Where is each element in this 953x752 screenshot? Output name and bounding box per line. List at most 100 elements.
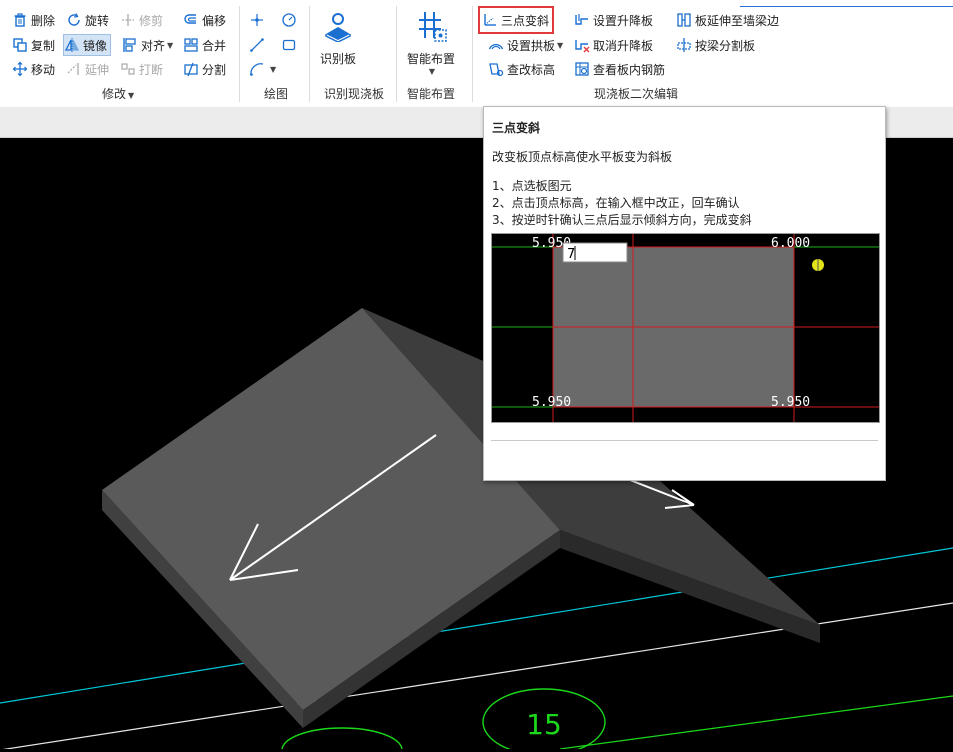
offset-button[interactable]: 偏移	[183, 10, 226, 30]
copy-button[interactable]: 复制	[12, 35, 55, 55]
rectangle-icon	[282, 39, 296, 51]
smart-layout-button[interactable]: 智能布置 ▼	[404, 10, 458, 76]
mirror-label: 镜像	[83, 38, 108, 53]
set-arch-slab-label: 设置拱板	[507, 38, 556, 53]
cancel-lift-slab-label: 取消升降板	[593, 38, 654, 53]
tooltip-step-1: 1、点选板图元	[492, 179, 572, 193]
rotate-button[interactable]: 旋转	[66, 10, 109, 30]
chevron-down-icon: ▼	[167, 40, 174, 50]
view-rebar-button[interactable]: 查看板内钢筋	[574, 59, 665, 79]
break-button[interactable]: 打断	[120, 59, 163, 79]
draw-rect-button[interactable]	[281, 35, 300, 55]
recognize-slab-button[interactable]: 识别板	[316, 12, 360, 67]
tooltip-popup: 三点变斜 改变板顶点标高使水平板变为斜板 1、点选板图元 2、点击顶点标高，在输…	[483, 106, 886, 481]
split-icon	[184, 62, 198, 77]
preview-elev-bl: 5.950	[532, 395, 571, 410]
cancel-lift-icon	[575, 40, 590, 53]
view-rebar-icon	[575, 62, 589, 76]
set-lift-slab-label: 设置升降板	[593, 13, 654, 28]
break-label: 打断	[139, 62, 164, 77]
draw-arc-button[interactable]: ▼	[249, 59, 276, 79]
split-by-beam-button[interactable]: 按梁分割板	[676, 35, 755, 55]
ribbon-toolbar: 删除 旋转 修剪 偏移 复制 镜像 对齐 ▼ 合并 移动 延伸 打断 分割 修改…	[0, 0, 953, 108]
preview-input-value: 7	[567, 247, 575, 262]
delete-label: 删除	[31, 13, 56, 28]
mirror-button[interactable]: 镜像	[63, 34, 112, 56]
tooltip-description: 改变板顶点标高使水平板变为斜板	[492, 150, 673, 164]
split-label: 分割	[202, 62, 227, 77]
modify-group-label[interactable]: 修改 ▼	[102, 85, 134, 102]
recognize-group-label: 识别现浇板	[324, 87, 385, 101]
split-button[interactable]: 分割	[183, 59, 226, 79]
merge-icon	[184, 38, 198, 52]
move-button[interactable]: 移动	[12, 59, 55, 79]
smart-layout-label: 智能布置	[406, 52, 455, 66]
trim-button[interactable]: 修剪	[120, 10, 163, 30]
split-beam-icon	[677, 38, 691, 52]
offset-label: 偏移	[202, 13, 227, 28]
recognize-slab-icon	[325, 13, 351, 42]
move-label: 移动	[31, 62, 56, 77]
axis-circle-lower	[281, 727, 403, 752]
group-separator	[239, 6, 240, 102]
preview-elev-br: 5.950	[771, 395, 810, 410]
tooltip-step-3: 3、按逆时针确认三点后显示倾斜方向，完成变斜	[492, 213, 752, 227]
extend-slab-icon	[677, 13, 691, 27]
group-separator	[396, 6, 397, 102]
elevation-icon	[489, 63, 504, 77]
trim-label: 修剪	[139, 13, 164, 28]
break-icon	[121, 63, 135, 75]
draw-line-button[interactable]	[249, 35, 268, 55]
cancel-lift-slab-button[interactable]: 取消升降板	[574, 35, 653, 55]
group-separator	[472, 6, 473, 102]
axis-label: 15	[526, 708, 562, 741]
point-icon	[251, 14, 263, 26]
extend-to-wall-label: 板延伸至墙梁边	[695, 13, 780, 28]
draw-circle-button[interactable]	[281, 10, 300, 30]
set-arch-slab-button[interactable]: 设置拱板 ▼	[488, 35, 563, 55]
delete-button[interactable]: 删除	[12, 10, 55, 30]
chevron-down-icon: ▼	[557, 40, 564, 50]
green-grid-line	[559, 695, 953, 750]
rotate-icon	[68, 13, 80, 26]
extend-icon	[67, 63, 79, 75]
merge-label: 合并	[202, 38, 227, 53]
preview-elev-tr: 6.000	[771, 236, 810, 251]
tooltip-divider	[491, 440, 878, 441]
title-link	[740, 0, 953, 7]
rotate-label: 旋转	[85, 13, 110, 28]
align-button[interactable]: 对齐 ▼	[122, 35, 173, 55]
align-icon	[123, 38, 136, 52]
check-elevation-label: 查改标高	[507, 62, 556, 77]
circle-icon	[282, 13, 296, 27]
draw-point-button[interactable]	[249, 10, 268, 30]
extend-button[interactable]: 延伸	[66, 59, 109, 79]
three-point-slope-button[interactable]: 三点变斜	[478, 6, 555, 34]
arc-icon	[250, 63, 264, 76]
copy-label: 复制	[31, 38, 56, 53]
group-separator	[309, 6, 310, 102]
set-lift-slab-button[interactable]: 设置升降板	[574, 10, 653, 30]
lift-slab-icon	[575, 14, 588, 25]
preview-drawing: 5.950 6.000 5.950 5.950 7	[492, 234, 879, 422]
merge-button[interactable]: 合并	[183, 35, 226, 55]
view-rebar-label: 查看板内钢筋	[593, 62, 666, 77]
chevron-down-icon: ▼	[270, 64, 277, 74]
check-elevation-button[interactable]: 查改标高	[488, 59, 555, 79]
three-point-slope-label: 三点变斜	[501, 13, 550, 28]
chevron-down-icon: ▼	[428, 67, 436, 76]
trash-icon	[14, 13, 26, 27]
mirror-icon	[64, 38, 80, 52]
copy-icon	[13, 38, 27, 52]
trim-icon	[122, 14, 134, 26]
tooltip-step-2: 2、点击顶点标高，在输入框中改正，回车确认	[492, 196, 740, 210]
tooltip-preview-image: 5.950 6.000 5.950 5.950 7	[491, 233, 880, 423]
recognize-slab-label: 识别板	[319, 52, 356, 66]
smart-group-label: 智能布置	[407, 87, 456, 101]
move-icon	[12, 61, 28, 77]
extend-to-wall-button[interactable]: 板延伸至墙梁边	[676, 10, 779, 30]
tooltip-title: 三点变斜	[492, 121, 541, 135]
offset-icon	[184, 14, 196, 24]
chevron-down-icon: ▼	[128, 91, 135, 100]
draw-group-label: 绘图	[264, 87, 289, 101]
